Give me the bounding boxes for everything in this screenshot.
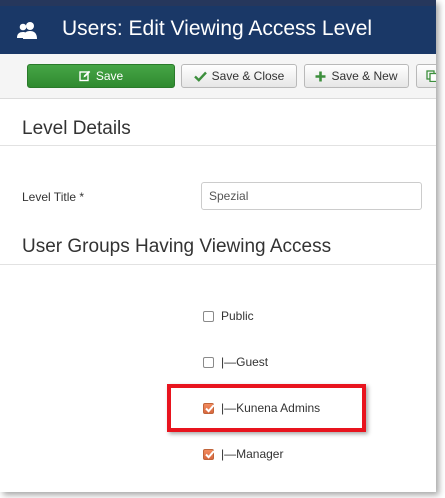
group-item-guest[interactable]: |—Guest — [203, 354, 268, 370]
save-close-button[interactable]: Save & Close — [181, 64, 297, 88]
level-title-input[interactable] — [201, 182, 422, 210]
page: Users: Edit Viewing Access Level Save Sa… — [0, 0, 436, 492]
save-button-label: Save — [95, 69, 124, 83]
users-icon — [16, 19, 38, 41]
checkbox[interactable] — [203, 356, 214, 368]
level-details-heading: Level Details — [22, 118, 131, 139]
checkmark-icon — [205, 449, 215, 459]
user-groups-heading: User Groups Having Viewing Access — [22, 236, 332, 257]
group-label: Public — [221, 309, 254, 323]
checkbox[interactable] — [203, 448, 215, 460]
group-label: |—Guest — [221, 355, 269, 369]
divider — [0, 145, 436, 146]
divider — [0, 264, 436, 265]
save-new-button-label: Save & New — [331, 69, 398, 83]
group-item-manager[interactable]: |—Manager — [203, 446, 283, 462]
toolbar: Save Save & Close Save & New — [0, 54, 436, 99]
plus-icon — [315, 71, 326, 82]
check-icon — [193, 71, 207, 82]
save-as-copy-button[interactable] — [416, 64, 436, 88]
level-title-label: Level Title * — [22, 190, 85, 204]
page-header: Users: Edit Viewing Access Level — [0, 6, 436, 54]
save-close-button-label: Save & Close — [211, 69, 285, 83]
group-item-public[interactable]: Public — [203, 308, 254, 324]
checkbox[interactable] — [203, 310, 214, 322]
page-title: Users: Edit Viewing Access Level — [62, 17, 373, 40]
group-label: |—Manager — [221, 447, 284, 461]
save-new-button[interactable]: Save & New — [304, 64, 409, 88]
copy-icon — [426, 70, 436, 82]
highlight-box — [167, 384, 366, 432]
edit-icon — [79, 70, 91, 82]
save-button[interactable]: Save — [27, 64, 175, 88]
